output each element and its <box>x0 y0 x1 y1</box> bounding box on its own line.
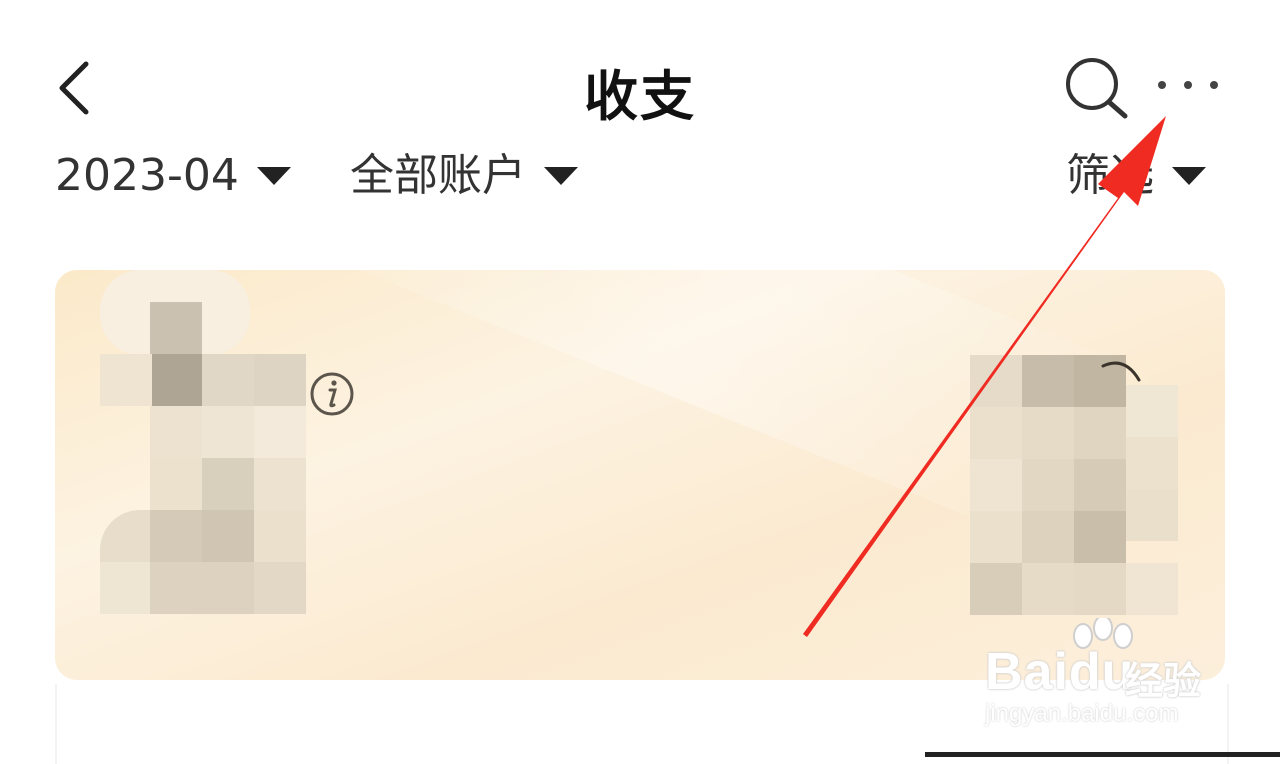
blurred-content-right <box>970 355 1180 615</box>
summary-card <box>55 270 1225 680</box>
search-button[interactable] <box>1062 56 1132 120</box>
account-filter-label: 全部账户 <box>350 150 526 201</box>
refresh-icon[interactable] <box>1095 358 1145 398</box>
month-filter[interactable]: 2023-04 <box>55 148 291 204</box>
screen-filter[interactable]: 筛选 <box>1066 148 1206 204</box>
blurred-content-left <box>100 270 360 640</box>
screen-filter-label: 筛选 <box>1066 150 1154 201</box>
info-icon[interactable] <box>308 370 356 418</box>
month-filter-label: 2023-04 <box>55 150 239 201</box>
caret-down-icon <box>544 167 578 185</box>
account-filter[interactable]: 全部账户 <box>350 148 578 204</box>
search-icon <box>1066 58 1128 119</box>
divider <box>925 752 1280 757</box>
more-horizontal-icon <box>1158 81 1218 89</box>
more-button[interactable] <box>1152 70 1224 100</box>
caret-down-icon <box>256 167 291 185</box>
caret-down-icon <box>1172 167 1206 185</box>
